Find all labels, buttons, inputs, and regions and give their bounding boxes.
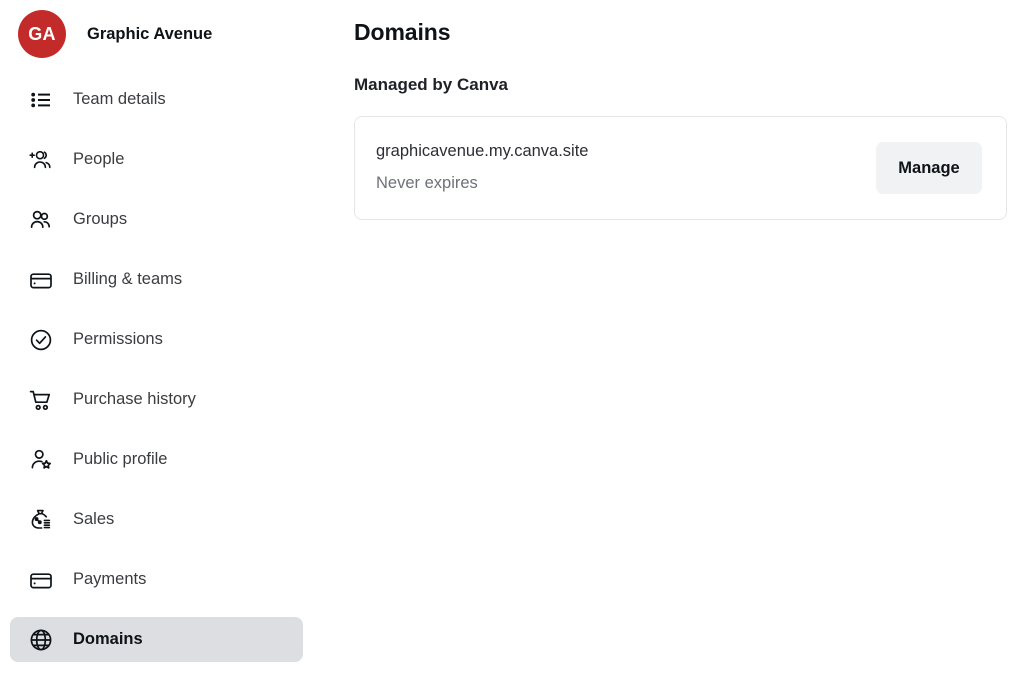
main-content: Domains Managed by Canva graphicavenue.m…: [313, 0, 1024, 676]
sidebar: GA Graphic Avenue Team details People Gr…: [0, 0, 313, 676]
manage-button[interactable]: Manage: [876, 142, 982, 194]
globe-icon: [26, 625, 56, 655]
sidebar-item-label: Groups: [73, 210, 128, 228]
sidebar-item-label: Domains: [73, 630, 143, 648]
avatar: GA: [18, 10, 66, 58]
sidebar-item-sales[interactable]: Sales: [10, 497, 303, 542]
people-add-icon: [26, 145, 56, 175]
sidebar-item-people[interactable]: People: [10, 137, 303, 182]
sidebar-item-label: Purchase history: [73, 390, 196, 408]
credit-card-icon: [26, 265, 56, 295]
domain-expiry: Never expires: [376, 174, 478, 192]
sidebar-item-groups[interactable]: Groups: [10, 197, 303, 242]
sidebar-item-label: Billing & teams: [73, 270, 183, 288]
domain-card: graphicavenue.my.canva.site Never expire…: [354, 116, 1007, 220]
settings-page: GA Graphic Avenue Team details People Gr…: [0, 0, 1024, 676]
person-star-icon: [26, 445, 56, 475]
page-title: Domains: [354, 19, 451, 45]
sidebar-item-purchase-history[interactable]: Purchase history: [10, 377, 303, 422]
section-subtitle: Managed by Canva: [354, 75, 508, 94]
sidebar-item-domains[interactable]: Domains: [10, 617, 303, 662]
credit-card-icon: [26, 565, 56, 595]
sidebar-item-label: Sales: [73, 510, 115, 528]
sidebar-item-label: Public profile: [73, 450, 168, 468]
sidebar-nav: Team details People Groups Billing & tea…: [0, 68, 313, 662]
list-bullet-icon: [26, 85, 56, 115]
sidebar-item-label: Payments: [73, 570, 147, 588]
brand-name: Graphic Avenue: [87, 24, 213, 43]
sidebar-item-public-profile[interactable]: Public profile: [10, 437, 303, 482]
groups-icon: [26, 205, 56, 235]
sidebar-item-billing-teams[interactable]: Billing & teams: [10, 257, 303, 302]
sidebar-item-label: Team details: [73, 90, 166, 108]
money-bag-icon: [26, 505, 56, 535]
domain-info: graphicavenue.my.canva.site Never expire…: [376, 142, 588, 194]
brand-header[interactable]: GA Graphic Avenue: [0, 0, 313, 68]
sidebar-item-team-details[interactable]: Team details: [10, 77, 303, 122]
check-circle-icon: [26, 325, 56, 355]
sidebar-item-label: People: [73, 150, 125, 168]
domain-name: graphicavenue.my.canva.site: [376, 142, 589, 161]
sidebar-item-label: Permissions: [73, 330, 163, 348]
shopping-cart-icon: [26, 385, 56, 415]
sidebar-item-payments[interactable]: Payments: [10, 557, 303, 602]
sidebar-item-permissions[interactable]: Permissions: [10, 317, 303, 362]
